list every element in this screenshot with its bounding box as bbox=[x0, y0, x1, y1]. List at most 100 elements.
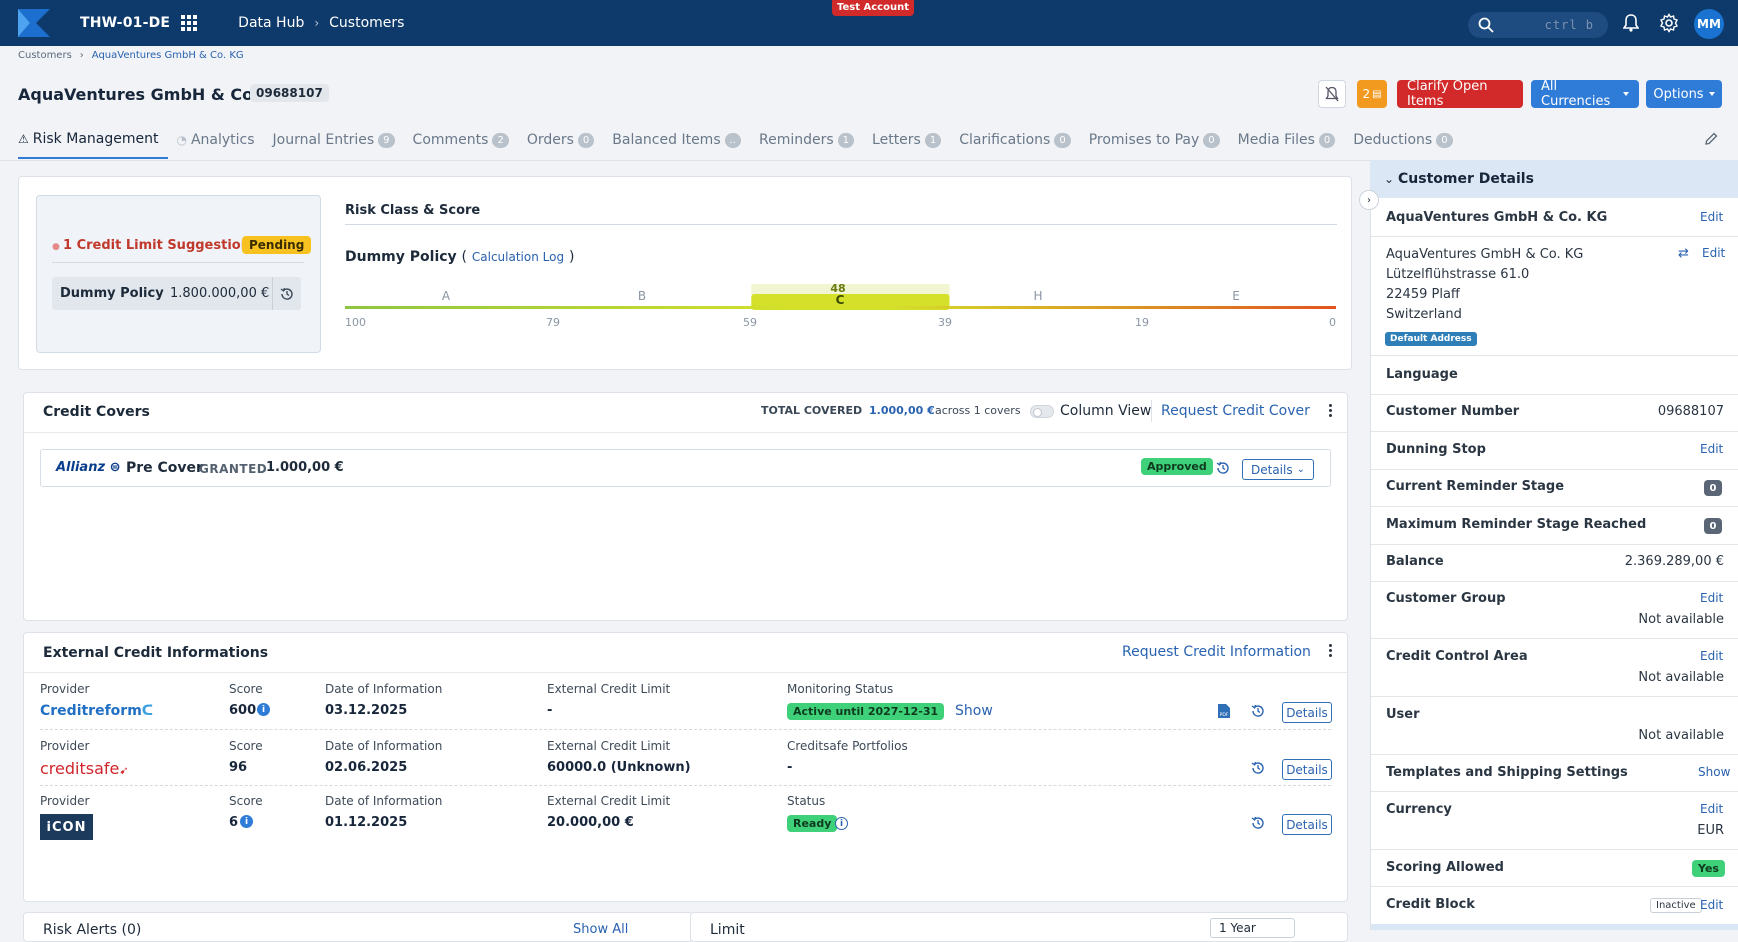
user-avatar[interactable]: MM bbox=[1694, 9, 1724, 39]
request-credit-cover-link[interactable]: Request Credit Cover bbox=[1161, 403, 1310, 419]
open-items-count-button[interactable]: 2 ▤ bbox=[1357, 80, 1387, 108]
portfolios-value: - bbox=[787, 760, 793, 775]
balance-label: Balance bbox=[1386, 554, 1444, 569]
pencil-icon[interactable] bbox=[1704, 132, 1718, 146]
history-icon[interactable] bbox=[272, 277, 301, 310]
edit-currency-link[interactable]: Edit bbox=[1700, 802, 1723, 816]
apps-grid-icon[interactable] bbox=[180, 14, 198, 32]
swap-icon[interactable]: ⇄ bbox=[1678, 246, 1689, 261]
nav-data-hub[interactable]: Data Hub bbox=[238, 15, 304, 31]
edit-dunning-stop-link[interactable]: Edit bbox=[1700, 442, 1723, 456]
request-credit-information-link[interactable]: Request Credit Information bbox=[1122, 644, 1311, 660]
history-icon[interactable] bbox=[1215, 460, 1231, 476]
details-button[interactable]: Details bbox=[1282, 702, 1332, 723]
score-value: 600 bbox=[229, 703, 257, 718]
tab-analytics[interactable]: ◔ Analytics bbox=[176, 121, 264, 159]
divider bbox=[1371, 638, 1738, 639]
clarify-open-items-button[interactable]: Clarify Open Items bbox=[1397, 79, 1523, 109]
show-templates-link[interactable]: Show bbox=[1698, 765, 1730, 779]
tab-count: 0 bbox=[577, 132, 595, 148]
divider bbox=[1371, 355, 1738, 356]
all-currencies-dropdown[interactable]: All Currencies bbox=[1531, 79, 1639, 109]
info-icon[interactable]: i bbox=[835, 817, 848, 830]
breadcrumb-customers[interactable]: Customers bbox=[18, 50, 72, 61]
info-icon[interactable]: i bbox=[240, 815, 253, 828]
customer-number-value: 09688107 bbox=[1657, 404, 1724, 419]
customer-details-header[interactable]: ⌄ Customer Details bbox=[1370, 160, 1738, 198]
app-logo-icon[interactable] bbox=[16, 7, 52, 39]
credit-limit-suggestion[interactable]: ● 1 Credit Limit Suggestion bbox=[52, 238, 250, 253]
collapse-sidebar-icon[interactable]: › bbox=[1359, 190, 1379, 210]
score-label: Score bbox=[229, 739, 263, 753]
history-icon[interactable] bbox=[1250, 760, 1266, 776]
divider bbox=[1371, 544, 1738, 545]
edit-credit-block-link[interactable]: Edit bbox=[1700, 898, 1723, 912]
search-shortcut: ctrl b bbox=[1544, 18, 1594, 32]
tab-reminders[interactable]: Reminders 1 bbox=[759, 121, 864, 159]
tab-balanced-items[interactable]: Balanced Items.. bbox=[612, 121, 751, 159]
search-input[interactable]: ctrl b bbox=[1468, 12, 1608, 38]
tab-risk-management[interactable]: ⚠ Risk Management bbox=[18, 121, 169, 159]
tab-media-files[interactable]: Media Files 0 bbox=[1238, 121, 1346, 159]
provider-label: Provider bbox=[40, 794, 90, 808]
details-button[interactable]: Details bbox=[1282, 759, 1332, 780]
language-label: Language bbox=[1386, 367, 1458, 382]
details-button[interactable]: Details bbox=[1282, 814, 1332, 835]
divider bbox=[345, 224, 1337, 225]
clipboard-icon: ▤ bbox=[1372, 88, 1382, 100]
scale-tick: 100 bbox=[345, 316, 366, 329]
creditsafe-logo: creditsafe➹ bbox=[40, 759, 129, 778]
scale-tick: 59 bbox=[743, 316, 757, 329]
bell-icon[interactable] bbox=[1620, 12, 1642, 34]
edit-name-link[interactable]: Edit bbox=[1700, 210, 1723, 224]
period-select[interactable]: 1 Year bbox=[1210, 918, 1295, 938]
divider bbox=[1371, 506, 1738, 507]
pdf-icon[interactable]: PDF bbox=[1217, 703, 1231, 719]
credit-block-status: Inactive bbox=[1650, 898, 1702, 913]
bell-off-icon[interactable] bbox=[1318, 80, 1346, 108]
tab-promises-to-pay[interactable]: Promises to Pay 0 bbox=[1089, 121, 1230, 159]
breadcrumb-current[interactable]: AquaVentures GmbH & Co. KG bbox=[92, 50, 244, 61]
options-dropdown[interactable]: Options bbox=[1646, 80, 1722, 108]
tab-journal-entries[interactable]: Journal Entries 9 bbox=[273, 121, 405, 159]
show-monitoring-link[interactable]: Show bbox=[955, 703, 993, 719]
column-view-toggle[interactable] bbox=[1030, 405, 1054, 418]
warning-icon: ⚠ bbox=[18, 132, 29, 146]
tab-letters[interactable]: Letters 1 bbox=[872, 121, 951, 159]
score-label: Score bbox=[229, 794, 263, 808]
tab-deductions[interactable]: Deductions 0 bbox=[1353, 121, 1462, 159]
tab-clarifications[interactable]: Clarifications 0 bbox=[959, 121, 1080, 159]
chevron-down-icon: ⌄ bbox=[1296, 464, 1305, 475]
edit-address-link[interactable]: Edit bbox=[1702, 246, 1725, 260]
limit-title: Limit bbox=[710, 922, 745, 938]
history-icon[interactable] bbox=[1250, 703, 1266, 719]
tab-orders[interactable]: Orders 0 bbox=[527, 121, 604, 159]
address-line-2: Lützelflühstrasse 61.0 bbox=[1386, 267, 1530, 282]
more-vertical-icon[interactable] bbox=[1329, 404, 1333, 417]
credit-limit-box bbox=[36, 195, 321, 353]
tenant-name[interactable]: THW-01-DE bbox=[80, 15, 170, 31]
test-account-badge: Test Account bbox=[832, 0, 914, 16]
edit-credit-control-link[interactable]: Edit bbox=[1700, 649, 1723, 663]
tab-comments[interactable]: Comments 2 bbox=[413, 121, 519, 159]
gear-icon[interactable] bbox=[1658, 12, 1680, 34]
breadcrumb: Customers › AquaVentures GmbH & Co. KG bbox=[18, 50, 244, 61]
tab-count: 0 bbox=[1054, 132, 1071, 148]
history-icon[interactable] bbox=[1250, 815, 1266, 831]
provider-label: Provider bbox=[40, 682, 90, 696]
info-icon[interactable]: i bbox=[257, 703, 270, 716]
cover-details-button[interactable]: Details ⌄ bbox=[1242, 459, 1314, 480]
nav-customers[interactable]: Customers bbox=[329, 15, 404, 31]
more-vertical-icon[interactable] bbox=[1329, 644, 1333, 657]
reminder-stage-label: Current Reminder Stage bbox=[1386, 479, 1565, 494]
monitoring-status-label: Monitoring Status bbox=[787, 682, 894, 696]
covers-count: across 1 covers bbox=[935, 404, 1021, 417]
divider bbox=[1371, 696, 1738, 697]
limit-value: - bbox=[547, 703, 553, 718]
edit-customer-group-link[interactable]: Edit bbox=[1700, 591, 1723, 605]
address-line-3: 22459 Plaff bbox=[1386, 287, 1460, 302]
scale-tick: 39 bbox=[938, 316, 952, 329]
divider bbox=[1371, 431, 1738, 432]
divider bbox=[24, 672, 1347, 673]
calculation-log-link[interactable]: Calculation Log bbox=[472, 250, 564, 264]
